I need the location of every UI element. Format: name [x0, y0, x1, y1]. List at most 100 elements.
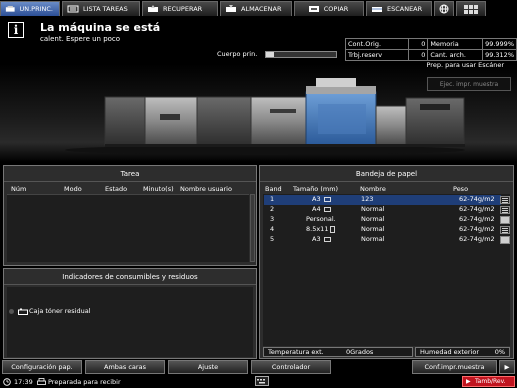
trbj-reserv-label: Trbj.reserv — [345, 49, 409, 61]
tab-store[interactable]: ALMACENAR — [220, 1, 292, 16]
config-pap-button[interactable]: Configuración pap. — [2, 360, 82, 374]
job-col-mode: Modo — [64, 185, 82, 193]
grid-menu-icon — [464, 4, 478, 14]
cant-arch-label: Cant. arch. — [427, 49, 484, 61]
paper-orientation-icon — [324, 237, 331, 242]
ajuste-button[interactable]: Ajuste — [168, 360, 248, 374]
tray-row-3[interactable]: 3 Personal. Normal 62-74g/m2 — [264, 215, 501, 225]
tray-size: A4 — [312, 205, 321, 213]
humidity-box: Humedad exterior 0% — [415, 347, 510, 357]
tray-band: 2 — [270, 205, 275, 213]
tray-band: 5 — [270, 235, 275, 243]
tray-band: 3 — [270, 215, 275, 223]
counters-table: Cont.Orig. 0 Memoria 99.999% Trbj.reserv… — [345, 38, 517, 61]
job-list-scrollbar[interactable] — [250, 194, 255, 262]
tray-paper-level-line — [502, 228, 508, 229]
job-panel: Tarea Núm Modo Estado Minuto(s) Nombre u… — [3, 165, 257, 266]
paper-orientation-icon — [324, 197, 331, 202]
consumables-panel-title: Indicadores de consumibles y residuos — [4, 269, 256, 285]
keyboard-button[interactable] — [255, 376, 269, 386]
tray-weight: 62-74g/m2 — [459, 215, 495, 223]
play-icon: ▶ — [466, 378, 471, 385]
tray-col-weight: Peso — [453, 185, 469, 193]
tray-paper-level-line — [502, 202, 508, 203]
tray-weight: 62-74g/m2 — [459, 225, 495, 233]
temperature-label: Temperatura ext. — [268, 348, 324, 356]
tray-weight: 62-74g/m2 — [459, 235, 495, 243]
tray-paper-level-line — [502, 232, 508, 233]
humidity-label: Humedad exterior — [420, 348, 480, 356]
tab-recall-label: RECUPERAR — [163, 5, 203, 13]
tab-recall[interactable]: RECUPERAR — [142, 1, 218, 16]
clock-icon — [3, 378, 11, 386]
tray-size: A3 — [312, 195, 321, 203]
clock-time: 17:39 — [14, 378, 33, 386]
menu-button[interactable] — [456, 1, 486, 16]
tab-job-list[interactable]: LISTA TAREAS — [62, 1, 140, 16]
status-message-detail: calent. Espere un poco — [40, 35, 121, 43]
waste-toner-label: Caja tóner residual — [29, 307, 91, 315]
home-icon — [5, 5, 15, 12]
tray-row-4[interactable]: 4 8.5x11 Normal 62-74g/m2 — [264, 225, 501, 235]
tray-paper-level-fill — [501, 237, 509, 243]
toner-level-bar — [265, 51, 337, 58]
job-col-user: Nombre usuario — [180, 185, 232, 193]
info-icon: i — [8, 22, 24, 38]
globe-button[interactable] — [434, 1, 454, 16]
tray-paper-level-line — [502, 212, 508, 213]
paper-tray-panel: Bandeja de papel Band Tamaño (mm) Nombre… — [259, 165, 514, 359]
cont-orig-value: 0 — [407, 38, 429, 50]
memoria-label: Memoria — [427, 38, 484, 50]
waste-toner-item[interactable]: Caja tóner residual — [9, 307, 91, 315]
humidity-value: 0% — [494, 348, 505, 356]
tray-name: Normal — [361, 205, 385, 213]
tray-size: 8.5x11 — [306, 225, 329, 233]
scan-icon — [372, 7, 382, 12]
tamb-rev-button[interactable]: ▶ Tamb/Rev. — [462, 376, 515, 387]
tab-home-label: UN.PRINC. — [19, 5, 53, 13]
tab-copy-label: COPIAR — [323, 5, 349, 13]
copy-icon — [308, 6, 319, 12]
tab-job-list-label: LISTA TAREAS — [83, 5, 128, 13]
paper-orientation-icon — [330, 226, 335, 233]
toner-label: Cuerpo prin. — [217, 50, 258, 58]
tray-name: 123 — [361, 195, 374, 203]
tray-name: Normal — [361, 235, 385, 243]
tray-paper-level-fill — [501, 217, 509, 223]
tray-row-5[interactable]: 5 A3 Normal 62-74g/m2 — [264, 235, 501, 245]
tab-scan-label: ESCANEAR — [387, 5, 423, 13]
tab-copy[interactable]: COPIAR — [294, 1, 364, 16]
tray-size: Personal. — [306, 215, 336, 223]
tray-name: Normal — [361, 225, 385, 233]
keyboard-icon — [257, 379, 265, 384]
tray-paper-level-3 — [500, 216, 510, 224]
tray-row-2[interactable]: 2 A4 Normal 62-74g/m2 — [264, 205, 501, 215]
controlador-button[interactable]: Controlador — [251, 360, 331, 374]
temperature-value: 0Grados — [346, 348, 374, 356]
ejec-impr-muestra-button[interactable]: Ejec. impr. muestra — [427, 77, 511, 91]
ambas-caras-button[interactable]: Ambas caras — [85, 360, 165, 374]
tray-paper-level-4 — [500, 226, 510, 234]
tray-row-1[interactable]: 1 A3 123 62-74g/m2 — [264, 195, 501, 205]
tray-band: 1 — [270, 195, 275, 203]
memoria-value: 99.999% — [482, 38, 517, 50]
cont-orig-label: Cont.Orig. — [345, 38, 409, 50]
printer-icon — [37, 378, 46, 385]
status-bar: 17:39 Preparada para recibir ▶ Tamb/Rev. — [0, 375, 517, 388]
tray-col-name: Nombre — [360, 185, 386, 193]
tray-paper-level-line — [502, 200, 508, 201]
waste-toner-box-icon — [18, 308, 28, 315]
tray-paper-level-5 — [500, 236, 510, 244]
job-list[interactable] — [7, 194, 249, 262]
tray-band: 4 — [270, 225, 275, 233]
temperature-box: Temperatura ext. 0Grados — [263, 347, 413, 357]
tray-size: A3 — [312, 235, 321, 243]
recall-icon — [148, 5, 158, 12]
tray-name: Normal — [361, 215, 385, 223]
tab-home[interactable]: UN.PRINC. — [0, 1, 60, 16]
next-page-button[interactable]: ▶ — [499, 360, 515, 374]
job-col-minutes: Minuto(s) — [143, 185, 174, 193]
conf-impr-muestra-button[interactable]: Conf.impr.muestra — [412, 360, 497, 374]
job-list-icon — [67, 5, 79, 13]
tab-scan[interactable]: ESCANEAR — [366, 1, 432, 16]
